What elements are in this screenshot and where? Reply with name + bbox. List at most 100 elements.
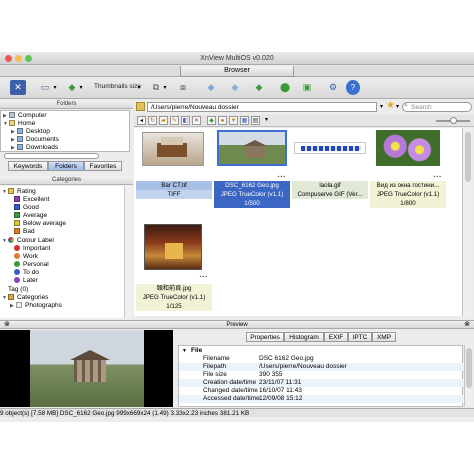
funnel-filter-icon[interactable]: ▼ [229, 116, 238, 125]
thumbnail-image [292, 128, 368, 181]
folder-horizontal-scrollbar[interactable] [4, 153, 99, 159]
convert-icon[interactable]: ▣ [300, 80, 314, 95]
favorite-dropdown-icon[interactable]: ▾ [396, 103, 399, 110]
categories-header: Categories [0, 176, 133, 185]
close-properties-icon[interactable]: ⊗ [464, 321, 470, 329]
category-photographs[interactable]: ▶ Photographs [10, 302, 62, 310]
previous-icon[interactable]: ◆ [204, 80, 218, 95]
folder-downloads[interactable]: ▶ Downloads [11, 144, 58, 152]
category-rating[interactable]: ▼ Rating [2, 188, 36, 196]
category-colour-label[interactable]: ▼ Colour Label [2, 237, 54, 245]
file-name: 頤和前頁.jpg [136, 284, 212, 293]
rotate-right-icon[interactable]: ⬤ [278, 80, 292, 95]
zoom-window-icon[interactable] [25, 55, 32, 62]
collapse-arrow-icon[interactable]: ▼ [182, 347, 187, 355]
sort-icon[interactable]: ⧉ [150, 80, 162, 95]
rating-average[interactable]: Average [14, 212, 47, 220]
colour-to-do[interactable]: To do [14, 269, 39, 277]
folder-icon [17, 144, 23, 150]
folder-home[interactable]: ▼ Home [3, 120, 35, 128]
colour-personal[interactable]: Personal [14, 261, 49, 269]
colour-dot-icon [14, 261, 20, 267]
edit-icon[interactable]: ✎ [170, 116, 179, 125]
search-input[interactable]: Search [402, 102, 472, 112]
fullscreen-icon[interactable]: ✕ [10, 80, 26, 95]
layout-icon[interactable]: ▦ [240, 116, 249, 125]
colour-important[interactable]: Important [14, 245, 50, 253]
tab-bar: Browser [0, 66, 474, 77]
properties-scrollbar[interactable] [464, 345, 472, 407]
checkbox-icon[interactable] [16, 302, 22, 308]
sort-dropdown-icon[interactable]: ▾ [162, 80, 168, 95]
minimize-window-icon[interactable] [15, 55, 22, 62]
section-file[interactable]: ▼ File [179, 347, 464, 355]
file-name: laola.gif [292, 181, 368, 190]
category-categories[interactable]: ▼ Categories [2, 294, 48, 302]
rating-good[interactable]: Good [14, 204, 39, 212]
rating-below-average[interactable]: Below average [14, 220, 66, 228]
folder-documents[interactable]: ▶ Documents [11, 136, 59, 144]
tab-exif[interactable]: EXIF [324, 332, 348, 342]
collapse-arrow-icon[interactable]: ▼ [2, 237, 8, 245]
thumbnail-scrollbar[interactable] [462, 128, 472, 316]
tab-histogram[interactable]: Histogram [284, 332, 324, 342]
tag-icon[interactable]: ◆ [66, 80, 78, 95]
gazebo-photo-icon [217, 130, 287, 166]
new-folder-icon[interactable]: ▰ [159, 116, 168, 125]
lightbulb-icon[interactable]: ● [218, 116, 227, 125]
tab-favorites[interactable]: Favorites [84, 161, 122, 171]
path-input[interactable]: /Users/pierre/Nouveau dossier [147, 102, 377, 112]
categories-scrollbar[interactable] [124, 186, 132, 318]
colour-dot-icon [14, 253, 20, 259]
close-preview-icon[interactable]: ⊗ [4, 321, 10, 329]
tab-folders[interactable]: Folders [48, 161, 84, 171]
next-icon[interactable]: ◆ [228, 80, 242, 95]
back-icon[interactable]: ◂ [137, 116, 146, 125]
delete-icon[interactable]: ✕ [192, 116, 201, 125]
rotate-left-icon[interactable]: ◆ [252, 80, 266, 95]
thumbnails-size-label[interactable]: Thumbnails size [94, 83, 141, 90]
path-dropdown-icon[interactable]: ▾ [380, 103, 383, 110]
help-icon[interactable]: ? [346, 80, 360, 95]
category-tag[interactable]: Tag (0) [8, 286, 28, 294]
folder-up-icon[interactable] [136, 102, 145, 111]
search-icon: ⌕ [404, 102, 408, 109]
thumbnail-grid: Bar CT.tif TIFF ▪▪▪ DSC_6162 Geo.jpg JPE… [134, 128, 462, 316]
close-window-icon[interactable] [5, 55, 12, 62]
view-mode-dropdown-icon[interactable]: ▾ [52, 80, 58, 95]
colour-dot-icon [14, 269, 20, 275]
copy-icon[interactable]: ◧ [181, 116, 190, 125]
refresh-icon[interactable]: ↻ [148, 116, 157, 125]
tab-browser[interactable]: Browser [180, 66, 294, 77]
star-icon [8, 188, 14, 194]
scrollbar-thumb[interactable] [465, 132, 471, 182]
tab-properties[interactable]: Properties [246, 332, 284, 342]
temple-photo-icon [144, 224, 202, 270]
colour-later[interactable]: Later [14, 277, 38, 285]
rating-excellent[interactable]: Excellent [14, 196, 49, 204]
tab-iptc[interactable]: IPTC [348, 332, 372, 342]
file-format: JPEG TrueColor (v1.1) [214, 190, 290, 199]
layout-grid-icon[interactable]: ▤ [251, 116, 260, 125]
zoom-slider-knob[interactable] [450, 117, 457, 124]
settings-gear-icon[interactable]: ⚙ [326, 80, 340, 95]
room-photo-icon [142, 132, 204, 166]
file-name: Вид из окна гостини... [370, 181, 446, 190]
folder-desktop[interactable]: ▶ Desktop [11, 128, 50, 136]
tab-keywords[interactable]: Keywords [8, 161, 48, 171]
property-row: File size 390 355 [203, 371, 283, 378]
folder-computer[interactable]: ▶ Computer [3, 112, 47, 120]
rating-bad[interactable]: Bad [14, 228, 35, 236]
thumbnails-dropdown-icon[interactable]: ▾ [136, 80, 142, 95]
view-mode-icon[interactable]: ▭ [38, 80, 52, 95]
tag-dropdown-icon[interactable]: ▾ [78, 80, 84, 95]
filter-icon[interactable]: ⧈ [176, 80, 190, 95]
layout-dropdown-icon[interactable]: ▾ [262, 116, 271, 125]
gazebo-preview-image [30, 330, 144, 407]
file-info-icons: ▪▪▪ [277, 174, 286, 180]
favorite-star-icon[interactable]: ★ [386, 100, 395, 111]
label-icon[interactable]: ◆ [207, 116, 216, 125]
colour-work[interactable]: Work [14, 253, 38, 261]
scrollbar-thumb[interactable] [466, 348, 472, 388]
tab-xmp[interactable]: XMP [372, 332, 396, 342]
